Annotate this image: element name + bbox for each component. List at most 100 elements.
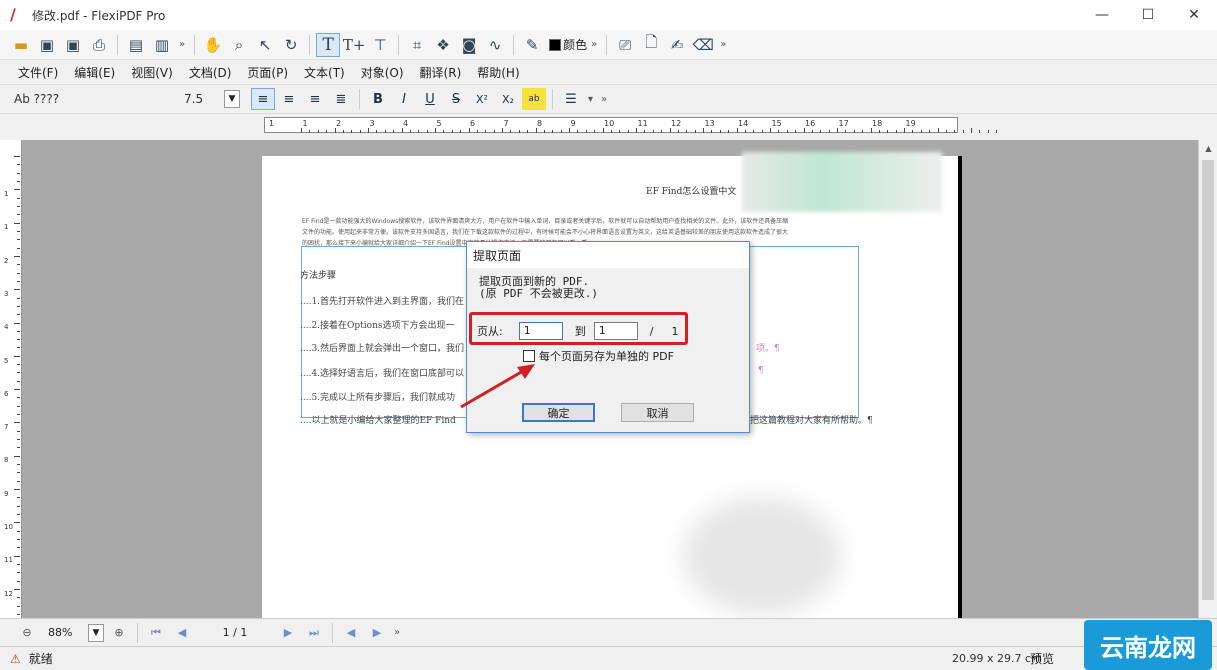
toolbar-overflow-icon[interactable]: » xyxy=(394,627,400,638)
rotate-icon[interactable]: ↻ xyxy=(279,33,303,57)
menu-help[interactable]: 帮助(H) xyxy=(469,64,527,81)
save-icon[interactable]: ▣ xyxy=(35,33,59,57)
paragraph-fragment: 把这篇教程对大家有所帮助。¶ xyxy=(750,416,873,426)
prev-page-icon[interactable]: ◀ xyxy=(173,624,191,642)
watermark-blur xyxy=(682,496,842,616)
menu-translate[interactable]: 翻译(R) xyxy=(412,64,470,81)
text-frame-icon[interactable]: ⊤ xyxy=(368,33,392,57)
zoom-out-icon[interactable]: ⊖ xyxy=(18,624,36,642)
zoom-level[interactable]: 88% xyxy=(48,626,88,639)
ruler-number: 5 xyxy=(436,119,442,128)
zoom-in-icon[interactable]: ⊕ xyxy=(110,624,128,642)
object-icon[interactable]: ❖ xyxy=(431,33,455,57)
menu-page[interactable]: 页面(P) xyxy=(239,64,296,81)
properties-icon[interactable]: ▥ xyxy=(150,33,174,57)
align-left-icon[interactable]: ≡ xyxy=(251,88,275,110)
ruler-number: 13 xyxy=(704,119,715,128)
back-icon[interactable]: ◀ xyxy=(342,624,360,642)
highlight-icon[interactable]: ab xyxy=(522,88,546,110)
status-text: 就绪 xyxy=(28,652,53,666)
page-view-icon[interactable]: ▤ xyxy=(124,33,148,57)
font-name-field[interactable]: Ab ???? xyxy=(14,92,184,106)
align-right-icon[interactable]: ≡ xyxy=(303,88,327,110)
page-indicator[interactable]: 1 / 1 xyxy=(195,626,275,639)
toolbar-overflow-icon[interactable]: » xyxy=(720,39,726,50)
path-icon[interactable]: ∿ xyxy=(483,33,507,57)
subscript-button[interactable]: X₂ xyxy=(496,88,520,110)
new-page-icon[interactable]: 🗋 xyxy=(639,33,663,57)
font-size-field[interactable]: 7.5 xyxy=(184,92,224,106)
align-center-icon[interactable]: ≡ xyxy=(277,88,301,110)
ruler-tick xyxy=(14,156,20,157)
eyedropper-icon[interactable]: ✎ xyxy=(520,33,544,57)
format-toolbar: Ab ???? 7.5 ▼ ≡ ≡ ≡ ≣ B I U S X² X₂ ab ☰… xyxy=(0,84,1217,114)
minimize-button[interactable]: — xyxy=(1079,0,1125,30)
separate-pdf-option[interactable]: 每个页面另存为单独的 PDF xyxy=(523,348,674,364)
zoom-dropdown-icon[interactable]: ▼ xyxy=(88,623,104,642)
toolbar-overflow-icon[interactable]: » xyxy=(591,39,597,50)
highlight-annotation xyxy=(469,312,688,345)
maximize-button[interactable]: ☐ xyxy=(1125,0,1171,30)
edit-page-icon[interactable]: ✍ xyxy=(665,33,689,57)
scroll-up-icon[interactable]: ▲ xyxy=(1199,140,1217,157)
menu-text[interactable]: 文本(T) xyxy=(296,64,353,81)
navigation-bar: ⊖ 88% ▼ ⊕ ⏮ ◀ 1 / 1 ▶ ⏭ ◀ ▶ » xyxy=(0,618,1217,646)
zoom-tool-icon[interactable]: ⌕ xyxy=(227,33,251,57)
color-label[interactable]: 颜色 xyxy=(563,36,587,53)
ruler-tick xyxy=(17,538,20,540)
save-as-icon[interactable]: ▣ xyxy=(61,33,85,57)
line-spacing-icon[interactable]: ☰ xyxy=(559,88,583,110)
menu-object[interactable]: 对象(O) xyxy=(353,64,412,81)
select-arrow-icon[interactable]: ↖ xyxy=(253,33,277,57)
color-swatch[interactable] xyxy=(549,38,562,51)
ruler-number: 4 xyxy=(403,119,409,128)
vertical-scrollbar[interactable]: ▲ xyxy=(1198,140,1217,618)
align-justify-icon[interactable]: ≣ xyxy=(329,88,353,110)
crop-icon[interactable]: ⌗ xyxy=(405,33,429,57)
cancel-button[interactable]: 取消 xyxy=(621,403,694,422)
open-folder-icon[interactable]: ▬ xyxy=(9,33,33,57)
horizontal-ruler[interactable]: 1 1 2 3 4 5 6 7 8 9 10 11 12 13 14 15 16 17 18 19 xyxy=(264,117,998,133)
ruler-tick xyxy=(301,128,302,133)
separate-pdf-label[interactable]: 每个页面另存为单独的 PDF xyxy=(539,348,674,364)
toolbar-overflow-icon[interactable]: » xyxy=(179,39,185,50)
ruler-tick xyxy=(359,130,361,133)
bold-button[interactable]: B xyxy=(366,88,390,110)
dropdown-arrow-icon[interactable]: ▾ xyxy=(588,94,593,105)
superscript-button[interactable]: X² xyxy=(470,88,494,110)
italic-button[interactable]: I xyxy=(392,88,416,110)
forward-icon[interactable]: ▶ xyxy=(368,624,386,642)
dialog-message-line: (原 PDF 不会被更改.) xyxy=(479,287,598,300)
toolbar-divider xyxy=(513,34,515,55)
toolbar-overflow-icon[interactable]: » xyxy=(601,94,607,105)
menu-view[interactable]: 视图(V) xyxy=(123,64,181,81)
vertical-ruler[interactable]: 1 1 2 3 4 5 6 7 8 9 10 11 12 xyxy=(0,140,22,618)
ruler-tick xyxy=(14,422,20,424)
underline-button[interactable]: U xyxy=(418,88,442,110)
first-page-icon[interactable]: ⏮ xyxy=(147,624,165,642)
strikethrough-button[interactable]: S xyxy=(444,88,468,110)
next-page-icon[interactable]: ▶ xyxy=(279,624,297,642)
scroll-thumb[interactable] xyxy=(1202,160,1214,600)
last-page-icon[interactable]: ⏭ xyxy=(305,624,323,642)
ruler-number: 3 xyxy=(4,289,9,298)
add-text-icon[interactable]: T+ xyxy=(342,33,366,57)
menu-document[interactable]: 文档(D) xyxy=(181,64,240,81)
menu-edit[interactable]: 编辑(E) xyxy=(66,64,123,81)
ruler-tick xyxy=(954,130,956,133)
menu-file[interactable]: 文件(F) xyxy=(10,64,66,81)
text-tool-icon[interactable]: T xyxy=(316,32,341,57)
ruler-tick xyxy=(669,128,671,133)
scan-icon[interactable]: ⎚ xyxy=(613,33,637,57)
ruler-tick xyxy=(728,130,730,133)
ruler-number: 14 xyxy=(738,119,749,128)
print-icon[interactable]: ⎙ xyxy=(87,33,111,57)
ruler-tick xyxy=(552,130,554,133)
ruler-tick xyxy=(987,130,989,133)
delete-page-icon[interactable]: ⌫ xyxy=(691,33,715,57)
camera-icon[interactable]: ◙ xyxy=(457,33,481,57)
hand-tool-icon[interactable]: ✋ xyxy=(201,33,225,57)
close-button[interactable]: ✕ xyxy=(1171,0,1217,30)
ruler-tick xyxy=(17,405,20,407)
font-size-dropdown-icon[interactable]: ▼ xyxy=(224,90,240,108)
